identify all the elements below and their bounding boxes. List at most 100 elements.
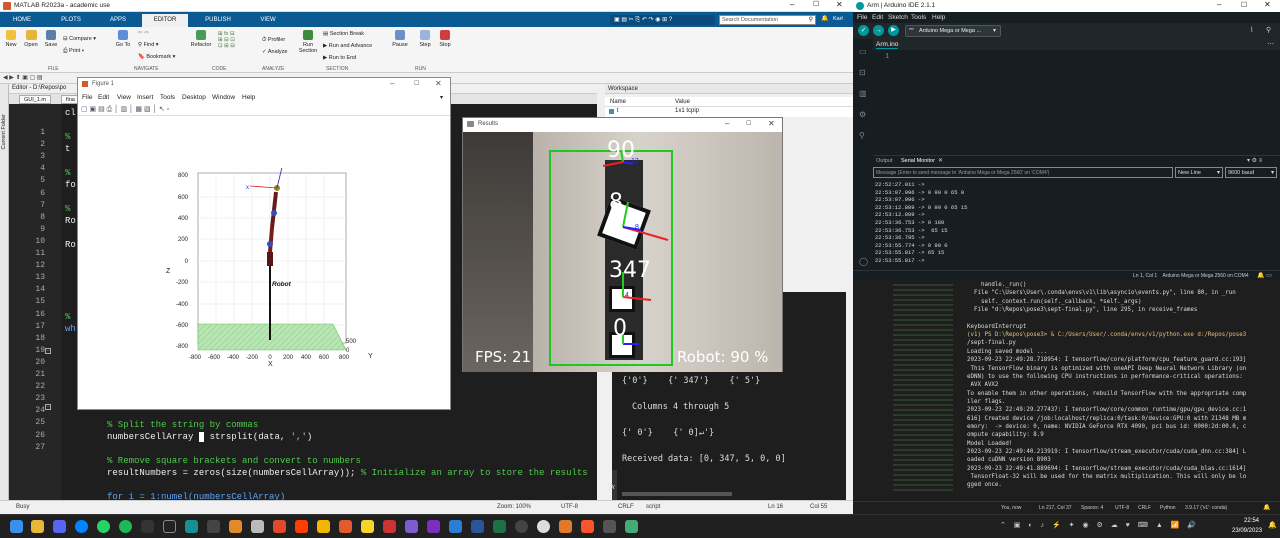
find-button[interactable]: ⚲ Find ▾ <box>138 42 159 48</box>
arduino-app-icon[interactable] <box>185 520 198 533</box>
messenger-icon[interactable] <box>75 520 88 533</box>
spotify-icon[interactable] <box>119 520 132 533</box>
col-value-header[interactable]: Value <box>675 99 690 105</box>
goto-button[interactable]: Go To <box>113 30 133 48</box>
maximize-icon[interactable]: ☐ <box>746 120 751 127</box>
app-icon[interactable] <box>603 520 616 533</box>
serial-plotter-icon[interactable]: ⌇ <box>1250 26 1253 34</box>
back-forward-icons[interactable]: ⇦ ⇨ <box>138 30 149 36</box>
figure-menu-edit[interactable]: Edit <box>98 94 109 101</box>
quick-access-icons[interactable]: ▣ ▤ ✂ ⎘ ↶ ↷ ◉ ⊞ ? <box>614 16 672 24</box>
col-name-header[interactable]: Name <box>610 99 626 105</box>
arduino-menu-file[interactable]: File <box>857 14 867 21</box>
verify-icon[interactable]: ✓ <box>858 25 869 36</box>
search-icon[interactable]: ⚲ <box>859 131 865 140</box>
robot-3d-plot[interactable]: x z Robot 800 600 400 200 0 -200 -400 -6… <box>158 168 448 408</box>
figure-toolbar-icons[interactable]: ▢ ▣ ▤ ⎙ │ ▥ │ ▦ ▧ │ ↖ ▫ <box>81 105 169 114</box>
word-icon[interactable] <box>471 520 484 533</box>
clock-date[interactable]: 23/09/2023 <box>1232 528 1262 534</box>
tab-plots[interactable]: PLOTS <box>48 14 94 27</box>
panel-action-icons[interactable]: ▾ ⚙ ≡ <box>1247 157 1262 164</box>
arduino-menu-sketch[interactable]: Sketch <box>888 14 908 21</box>
boards-manager-icon[interactable]: ⊡ <box>859 68 866 77</box>
debug-panel-icon[interactable]: ⚙ <box>859 110 866 119</box>
tab-home[interactable]: HOME <box>0 14 44 27</box>
terminal-output[interactable]: handle._run() File "C:\Users\User\.conda… <box>967 280 1272 502</box>
close-icon[interactable]: ✕ <box>836 0 843 9</box>
tab-publish[interactable]: PUBLISH <box>196 14 240 27</box>
app-icon[interactable] <box>361 520 374 533</box>
notification-icon[interactable]: 🔔 ▭ <box>1257 272 1272 279</box>
stop-button[interactable]: Stop <box>436 30 454 48</box>
matlab-app-icon[interactable] <box>559 520 572 533</box>
file-tab-arm[interactable]: Arm.ino <box>876 41 899 49</box>
tab-apps[interactable]: APPS <box>96 14 140 27</box>
search-icon[interactable]: ⚲ <box>809 16 813 23</box>
sketchbook-icon[interactable]: ▭ <box>859 47 867 56</box>
analyze-button[interactable]: ✓ Analyze <box>262 49 287 55</box>
maximize-icon[interactable]: ☐ <box>813 0 819 8</box>
status-encoding[interactable]: UTF-8 <box>1115 505 1129 511</box>
nav-arrows-icon[interactable]: ◀ ▶ ⬆ ▣ ▢ ▤ <box>3 74 43 81</box>
arduino-menu-help[interactable]: Help <box>932 14 945 21</box>
arduino-menu-edit[interactable]: Edit <box>872 14 883 21</box>
close-tab-icon[interactable]: ✕ <box>938 157 943 164</box>
section-break-button[interactable]: ▤ Section Break <box>323 31 364 37</box>
tab-editor[interactable]: EDITOR <box>142 14 188 27</box>
maximize-icon[interactable]: ☐ <box>414 80 419 87</box>
minimize-icon[interactable]: – <box>1217 0 1221 9</box>
status-spaces[interactable]: Spaces: 4 <box>1081 505 1103 511</box>
status-interpreter[interactable]: 3.9.17 ('v1': conda) <box>1185 505 1227 511</box>
bell-icon[interactable]: 🔔 <box>821 15 828 22</box>
run-to-end-button[interactable]: ▶ Run to End <box>323 55 356 61</box>
bell-icon[interactable]: 🔔 <box>1263 504 1270 511</box>
app-icon[interactable] <box>317 520 330 533</box>
open-button[interactable]: Open <box>22 30 40 48</box>
step-button[interactable]: Step <box>416 30 434 48</box>
figure-menu-view[interactable]: View <box>117 94 131 101</box>
excel-icon[interactable] <box>493 520 506 533</box>
close-icon[interactable]: ✕ <box>435 79 442 88</box>
run-section-button[interactable]: Run Section <box>297 30 319 54</box>
pause-button[interactable]: Pause <box>390 30 410 48</box>
tab-view[interactable]: VIEW <box>248 14 288 27</box>
workspace-row[interactable]: t 1x1 tcpip <box>605 107 853 117</box>
refactor-button[interactable]: Refactor <box>188 30 214 48</box>
upload-icon[interactable]: → <box>873 25 884 36</box>
app-icon[interactable] <box>207 520 220 533</box>
sketch-editor[interactable]: 1 <box>873 50 1280 152</box>
figure-menu-tools[interactable]: Tools <box>160 94 175 101</box>
status-position[interactable]: Ln 217, Col 37 <box>1039 505 1072 511</box>
status-blame[interactable]: You, now <box>1001 505 1021 511</box>
minimize-icon[interactable]: – <box>725 119 729 128</box>
status-language[interactable]: Python <box>1160 505 1176 511</box>
code-tools-icons[interactable]: ⊞ fx ⊟ ⊞ ⊟ ⊡ ⊡ ⊞ ⊟ <box>218 31 235 49</box>
dock-arrow-icon[interactable]: ▾ <box>440 94 443 101</box>
minimize-icon[interactable]: – <box>390 79 394 88</box>
app-icon[interactable] <box>625 520 638 533</box>
print-button[interactable]: ⎙ Print ▾ <box>63 48 84 55</box>
user-name[interactable]: Karl <box>833 16 843 22</box>
output-tab[interactable]: Output <box>876 158 893 164</box>
close-icon[interactable]: ✕ <box>768 119 775 128</box>
new-button[interactable]: New <box>3 30 19 48</box>
baud-rate-select[interactable]: 9600 baud ▾ <box>1225 167 1277 178</box>
maximize-icon[interactable]: ☐ <box>1241 1 1247 9</box>
arduino-menu-tools[interactable]: Tools <box>911 14 926 21</box>
app-icon[interactable] <box>405 520 418 533</box>
app-icon[interactable] <box>427 520 440 533</box>
board-selector[interactable]: ⎓ Arduino Mega or Mega ... ▾ <box>905 25 1001 37</box>
search-documentation-input[interactable]: Search Documentation ⚲ <box>719 15 816 25</box>
debug-icon[interactable]: ▶ <box>888 25 899 36</box>
start-icon[interactable] <box>10 520 23 533</box>
system-tray-icons[interactable]: ⌃ ▣ ◐ ♪ ⚡ ✦ ◉ ⚙ ☁ ♥ ⌨ ▲ 📶 🔊 <box>1000 521 1199 529</box>
line-ending-select[interactable]: New Line ▾ <box>1175 167 1223 178</box>
save-button[interactable]: Save <box>42 30 60 48</box>
vscode-icon[interactable] <box>449 520 462 533</box>
app-icon[interactable] <box>339 520 352 533</box>
library-manager-icon[interactable]: ▥ <box>859 89 867 98</box>
status-eol[interactable]: CRLF <box>1138 505 1151 511</box>
app-icon[interactable] <box>515 520 528 533</box>
figure-menu-file[interactable]: File <box>82 94 92 101</box>
minimize-icon[interactable]: – <box>790 0 794 9</box>
